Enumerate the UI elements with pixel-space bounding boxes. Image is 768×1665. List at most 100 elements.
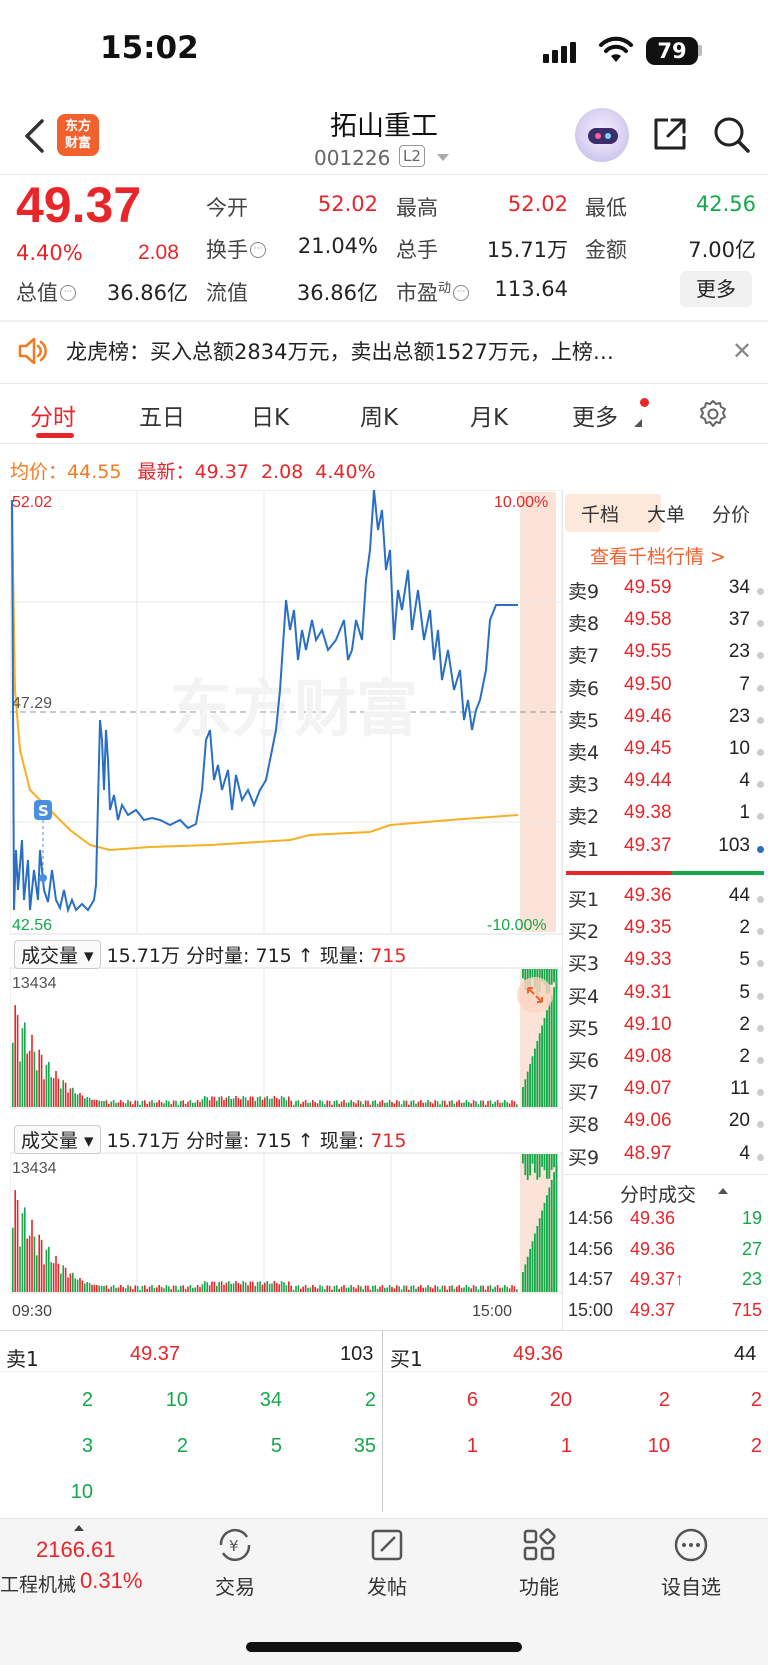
tab-weekly-k[interactable]: 周K: [360, 398, 398, 432]
ask-row[interactable]: 卖7 49.55 23: [566, 641, 766, 673]
tick-row: 14:56 49.36 27: [566, 1239, 766, 1269]
bid-row[interactable]: 买4 49.31 5: [566, 982, 766, 1014]
avg-label: 均价：: [10, 461, 68, 483]
queue-dot-icon: [757, 716, 764, 724]
nav-post[interactable]: 发帖: [332, 1525, 442, 1600]
tab-daily-k[interactable]: 日K: [251, 398, 289, 432]
expand-icon[interactable]: [517, 977, 553, 1013]
level-dropdown-icon[interactable]: [437, 154, 449, 161]
nav-functions[interactable]: 功能: [484, 1525, 594, 1600]
ask-level: 卖6: [568, 677, 600, 700]
tick-row: 14:56 49.36 19: [566, 1208, 766, 1238]
close-icon[interactable]: ✕: [732, 337, 752, 365]
queue-dot-icon: [757, 1089, 764, 1097]
dragon-tiger-notice[interactable]: 龙虎榜：买入总额2834万元，卖出总额1527万元，上榜…: [66, 336, 686, 366]
latest-pct: 4.40%: [315, 461, 376, 483]
collapse-icon[interactable]: [718, 1188, 728, 1194]
ask-level: 卖8: [568, 613, 600, 636]
bb-bid-price: 49.36: [513, 1343, 564, 1365]
avg-value: 44.55: [67, 461, 122, 483]
view-thousand-level-link[interactable]: 查看千档行情 >: [590, 542, 726, 569]
bid-level: 买6: [568, 1050, 600, 1072]
bid-price: 49.08: [624, 1046, 672, 1067]
queue-order: 1: [560, 1435, 572, 1457]
ask-price: 49.44: [624, 770, 672, 792]
tick-price: 49.36: [630, 1238, 676, 1259]
queue-dot-icon: [757, 813, 764, 821]
tick-volume: 19: [741, 1208, 762, 1228]
ask-row[interactable]: 卖2 49.38 1: [566, 802, 766, 834]
bid-price: 49.06: [624, 1110, 672, 1132]
bid-level: 买5: [568, 1017, 600, 1040]
bid-level: 买4: [568, 985, 600, 1008]
tab-more[interactable]: 更多: [572, 398, 618, 432]
float-label: 流值: [206, 281, 248, 305]
pe-label[interactable]: 市盈动 ···: [396, 277, 470, 307]
queue-dot-icon: [757, 684, 764, 692]
turnover-label[interactable]: 换手 ···: [206, 234, 266, 264]
more-button[interactable]: 更多: [680, 271, 752, 307]
sector-index-value[interactable]: 2166.61: [36, 1537, 116, 1563]
latest-label: 最新：: [137, 461, 195, 483]
intraday-chart[interactable]: 东方财富 S 52.02 47.29 42.56 10.00% -10.00% …: [10, 490, 562, 1335]
ask-row[interactable]: 卖4 49.45 10: [566, 738, 766, 770]
gear-icon[interactable]: [697, 398, 729, 430]
info-icon[interactable]: ···: [250, 242, 266, 258]
ticks-title[interactable]: 分时成交: [620, 1180, 696, 1207]
ask-row[interactable]: 卖8 49.58 37: [566, 609, 766, 641]
mktcap-label[interactable]: 总值 ···: [16, 277, 76, 307]
expand-up-icon[interactable]: [74, 1525, 84, 1531]
bid-row[interactable]: 买5 49.10 2: [566, 1014, 766, 1046]
ask-row[interactable]: 卖9 49.59 34: [566, 577, 766, 609]
bb-bid-label: 买1: [390, 1347, 423, 1371]
sector-name[interactable]: 工程机械: [0, 1570, 76, 1597]
tick-row: 15:00 49.37 715: [566, 1300, 766, 1330]
mktcap-value: 36.86亿: [106, 281, 188, 305]
bid-row[interactable]: 买1 49.36 44: [566, 885, 766, 917]
info-icon[interactable]: ···: [60, 285, 76, 301]
tab-big-orders[interactable]: 大单: [647, 500, 685, 527]
active-tab-indicator: [36, 433, 74, 438]
queue-order: 2: [750, 1389, 762, 1411]
tab-five-day[interactable]: 五日: [139, 398, 185, 432]
level2-badge[interactable]: L2: [399, 145, 425, 167]
amount-value: 7.00亿: [688, 238, 756, 262]
bid-row[interactable]: 买3 49.33 5: [566, 949, 766, 981]
ask-row[interactable]: 卖1 49.37 103: [566, 835, 766, 867]
bid-volume: 44: [728, 885, 750, 906]
bid-row[interactable]: 买8 49.06 20: [566, 1110, 766, 1142]
tick-time: 14:56: [568, 1238, 614, 1259]
notification-dot: [640, 398, 649, 407]
bid-row[interactable]: 买9 48.97 4: [566, 1143, 766, 1175]
tab-intraday[interactable]: 分时: [30, 398, 76, 432]
volume-indicator-select[interactable]: 成交量 ▾: [14, 1125, 101, 1154]
tab-thousand-level[interactable]: 千档: [581, 500, 619, 527]
nav-trade[interactable]: ¥ 交易: [180, 1525, 290, 1600]
tab-price-distribution[interactable]: 分价: [712, 500, 750, 527]
queue-dot-icon: [757, 845, 764, 853]
ask-row[interactable]: 卖6 49.50 7: [566, 674, 766, 706]
search-icon[interactable]: [711, 114, 751, 154]
tab-monthly-k[interactable]: 月K: [470, 398, 508, 432]
bid-row[interactable]: 买2 49.35 2: [566, 917, 766, 949]
nav-add-watchlist[interactable]: 设自选: [636, 1525, 746, 1600]
info-icon[interactable]: ···: [453, 285, 470, 301]
ask-volume: 10: [728, 738, 750, 759]
volume-indicator-select[interactable]: 成交量 ▾: [14, 940, 101, 969]
ask-row[interactable]: 卖3 49.44 4: [566, 770, 766, 802]
low-value: 42.56: [695, 192, 756, 216]
battery-tip: [698, 45, 702, 56]
robot-face-icon: [588, 128, 618, 144]
bid-row[interactable]: 买6 49.08 2: [566, 1046, 766, 1078]
y-axis-mid: 47.29: [12, 695, 52, 712]
status-time: 15:02: [100, 30, 199, 66]
bid-row[interactable]: 买7 49.07 11: [566, 1078, 766, 1110]
queue-order: 5: [270, 1435, 282, 1457]
bb-bid-vol: 44: [734, 1343, 757, 1365]
tabs-divider: [0, 443, 768, 444]
tick-price: 49.36: [630, 1208, 676, 1228]
ask-row[interactable]: 卖5 49.46 23: [566, 706, 766, 738]
change-amount: 2.08: [138, 241, 179, 264]
share-icon[interactable]: [650, 114, 690, 154]
sector-index-pct[interactable]: 0.31%: [80, 1568, 142, 1594]
